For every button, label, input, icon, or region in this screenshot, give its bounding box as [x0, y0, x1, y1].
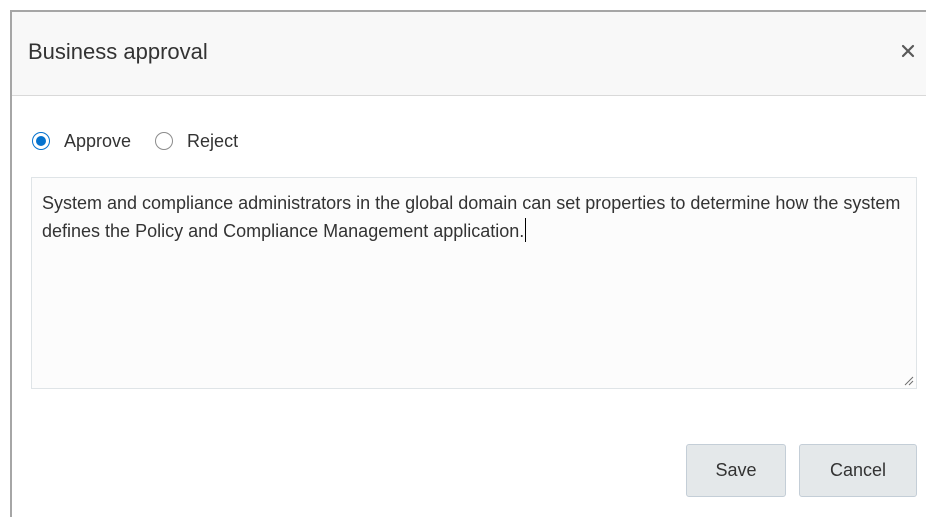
comment-textarea[interactable]: System and compliance administrators in …	[31, 177, 917, 389]
close-button[interactable]	[894, 36, 922, 66]
approve-radio-indicator[interactable]	[32, 132, 50, 150]
approve-radio[interactable]: Approve	[32, 131, 131, 152]
decision-radio-group: Approve Reject	[32, 127, 262, 155]
text-caret	[525, 218, 527, 242]
reject-radio[interactable]: Reject	[155, 131, 238, 152]
resize-grip-icon[interactable]	[902, 374, 914, 386]
dialog-title: Business approval	[28, 39, 208, 64]
save-button[interactable]: Save	[686, 444, 786, 497]
business-approval-dialog: Business approval Approve Reject System …	[10, 10, 926, 517]
cancel-button[interactable]: Cancel	[799, 444, 917, 497]
reject-radio-indicator[interactable]	[155, 132, 174, 150]
close-icon	[901, 44, 915, 58]
approve-radio-label: Approve	[64, 130, 132, 151]
comment-text: System and compliance administrators in …	[42, 193, 906, 241]
dialog-header: Business approval	[12, 12, 926, 96]
reject-radio-label: Reject	[187, 130, 239, 151]
